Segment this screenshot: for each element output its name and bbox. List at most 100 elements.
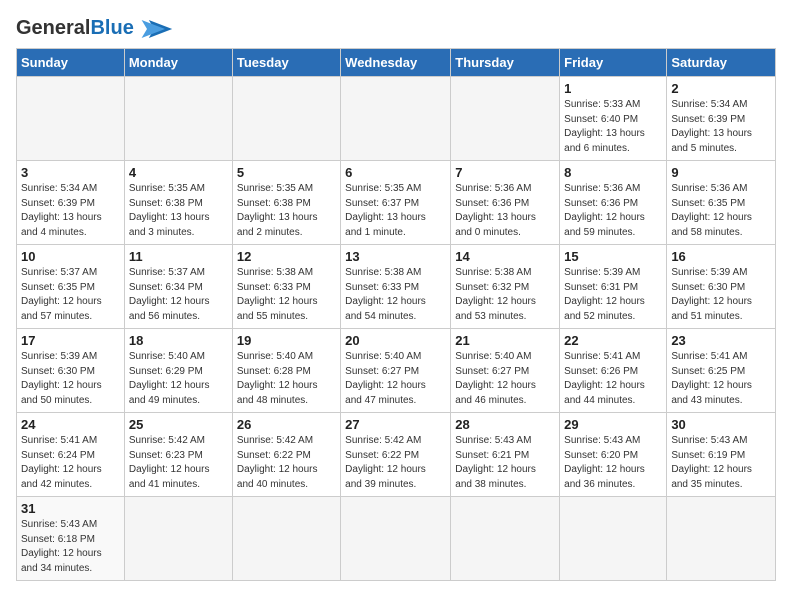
calendar-cell: 21Sunrise: 5:40 AM Sunset: 6:27 PM Dayli…: [451, 329, 560, 413]
calendar-cell: [667, 497, 776, 581]
day-number: 31: [21, 501, 120, 516]
day-header-saturday: Saturday: [667, 49, 776, 77]
week-row-3: 10 Sunrise: 5:37 AM Sunset: 6:35 PM Dayli…: [17, 245, 776, 329]
day-number: 18: [129, 333, 228, 348]
week-row-2: 3 Sunrise: 5:34 AM Sunset: 6:39 PM Daylig…: [17, 161, 776, 245]
calendar-cell: 1 Sunrise: 5:33 AM Sunset: 6:40 PM Daylig…: [560, 77, 667, 161]
day-number: 29: [564, 417, 662, 432]
calendar-cell: 3 Sunrise: 5:34 AM Sunset: 6:39 PM Daylig…: [17, 161, 125, 245]
day-number: 10: [21, 249, 120, 264]
calendar-cell: 31Sunrise: 5:43 AM Sunset: 6:18 PM Dayli…: [17, 497, 125, 581]
day-info: Sunrise: 5:39 AM Sunset: 6:31 PM Dayligh…: [564, 266, 662, 324]
day-number: 27: [345, 417, 446, 432]
logo: GeneralBlue: [16, 16, 174, 40]
calendar-cell: 28 Sunrise: 5:43 AM Sunset: 6:21 PM Dayli…: [451, 413, 560, 497]
calendar-cell: [17, 77, 125, 161]
calendar-cell: 30Sunrise: 5:43 AM Sunset: 6:19 PM Dayli…: [667, 413, 776, 497]
calendar-cell: 5Sunrise: 5:35 AM Sunset: 6:38 PM Daylig…: [232, 161, 340, 245]
calendar-cell: [451, 77, 560, 161]
day-info: Sunrise: 5:40 AM Sunset: 6:28 PM Dayligh…: [237, 350, 336, 408]
calendar-cell: [232, 497, 340, 581]
day-number: 17: [21, 333, 120, 348]
day-number: 4: [129, 165, 228, 180]
day-number: 11: [129, 249, 228, 264]
day-info: Sunrise: 5:38 AM Sunset: 6:33 PM Dayligh…: [345, 266, 446, 324]
calendar-cell: [341, 497, 451, 581]
day-number: 16: [671, 249, 771, 264]
day-info: Sunrise: 5:34 AM Sunset: 6:39 PM Dayligh…: [21, 182, 120, 240]
calendar-cell: 18Sunrise: 5:40 AM Sunset: 6:29 PM Dayli…: [124, 329, 232, 413]
calendar-cell: 19 Sunrise: 5:40 AM Sunset: 6:28 PM Dayli…: [232, 329, 340, 413]
day-info: Sunrise: 5:42 AM Sunset: 6:23 PM Dayligh…: [129, 434, 228, 492]
day-header-sunday: Sunday: [17, 49, 125, 77]
page-header: GeneralBlue: [16, 16, 776, 40]
day-info: Sunrise: 5:36 AM Sunset: 6:35 PM Dayligh…: [671, 182, 771, 240]
day-number: 15: [564, 249, 662, 264]
calendar-cell: 25 Sunrise: 5:42 AM Sunset: 6:23 PM Dayli…: [124, 413, 232, 497]
logo-text: GeneralBlue: [16, 18, 134, 38]
day-info: Sunrise: 5:37 AM Sunset: 6:34 PM Dayligh…: [129, 266, 228, 324]
day-info: Sunrise: 5:43 AM Sunset: 6:21 PM Dayligh…: [455, 434, 555, 492]
day-number: 25: [129, 417, 228, 432]
day-header-tuesday: Tuesday: [232, 49, 340, 77]
week-row-6: 31Sunrise: 5:43 AM Sunset: 6:18 PM Dayli…: [17, 497, 776, 581]
day-number: 28: [455, 417, 555, 432]
calendar-cell: 23 Sunrise: 5:41 AM Sunset: 6:25 PM Dayli…: [667, 329, 776, 413]
day-number: 26: [237, 417, 336, 432]
day-number: 23: [671, 333, 771, 348]
day-info: Sunrise: 5:41 AM Sunset: 6:24 PM Dayligh…: [21, 434, 120, 492]
day-number: 22: [564, 333, 662, 348]
calendar-cell: 10 Sunrise: 5:37 AM Sunset: 6:35 PM Dayli…: [17, 245, 125, 329]
calendar-cell: [560, 497, 667, 581]
day-info: Sunrise: 5:38 AM Sunset: 6:33 PM Dayligh…: [237, 266, 336, 324]
logo-icon: [138, 18, 174, 40]
calendar-cell: 2Sunrise: 5:34 AM Sunset: 6:39 PM Daylig…: [667, 77, 776, 161]
day-info: Sunrise: 5:43 AM Sunset: 6:20 PM Dayligh…: [564, 434, 662, 492]
calendar-cell: 11 Sunrise: 5:37 AM Sunset: 6:34 PM Dayli…: [124, 245, 232, 329]
day-info: Sunrise: 5:40 AM Sunset: 6:27 PM Dayligh…: [455, 350, 555, 408]
calendar-cell: 20Sunrise: 5:40 AM Sunset: 6:27 PM Dayli…: [341, 329, 451, 413]
day-info: Sunrise: 5:41 AM Sunset: 6:25 PM Dayligh…: [671, 350, 771, 408]
day-header-friday: Friday: [560, 49, 667, 77]
day-header-thursday: Thursday: [451, 49, 560, 77]
calendar-cell: 16Sunrise: 5:39 AM Sunset: 6:30 PM Dayli…: [667, 245, 776, 329]
calendar-cell: 13Sunrise: 5:38 AM Sunset: 6:33 PM Dayli…: [341, 245, 451, 329]
calendar-cell: 29 Sunrise: 5:43 AM Sunset: 6:20 PM Dayli…: [560, 413, 667, 497]
calendar-cell: 9 Sunrise: 5:36 AM Sunset: 6:35 PM Daylig…: [667, 161, 776, 245]
week-row-5: 24 Sunrise: 5:41 AM Sunset: 6:24 PM Dayli…: [17, 413, 776, 497]
day-info: Sunrise: 5:40 AM Sunset: 6:27 PM Dayligh…: [345, 350, 446, 408]
day-info: Sunrise: 5:42 AM Sunset: 6:22 PM Dayligh…: [345, 434, 446, 492]
calendar-cell: 4Sunrise: 5:35 AM Sunset: 6:38 PM Daylig…: [124, 161, 232, 245]
calendar-cell: [232, 77, 340, 161]
calendar-cell: [124, 77, 232, 161]
day-number: 7: [455, 165, 555, 180]
day-info: Sunrise: 5:43 AM Sunset: 6:19 PM Dayligh…: [671, 434, 771, 492]
calendar-cell: 24 Sunrise: 5:41 AM Sunset: 6:24 PM Dayli…: [17, 413, 125, 497]
calendar-cell: 14Sunrise: 5:38 AM Sunset: 6:32 PM Dayli…: [451, 245, 560, 329]
day-number: 24: [21, 417, 120, 432]
calendar-cell: 15 Sunrise: 5:39 AM Sunset: 6:31 PM Dayli…: [560, 245, 667, 329]
day-number: 12: [237, 249, 336, 264]
day-number: 3: [21, 165, 120, 180]
calendar-cell: 6 Sunrise: 5:35 AM Sunset: 6:37 PM Daylig…: [341, 161, 451, 245]
day-info: Sunrise: 5:37 AM Sunset: 6:35 PM Dayligh…: [21, 266, 120, 324]
day-info: Sunrise: 5:42 AM Sunset: 6:22 PM Dayligh…: [237, 434, 336, 492]
calendar-cell: 12 Sunrise: 5:38 AM Sunset: 6:33 PM Dayli…: [232, 245, 340, 329]
calendar-cell: [341, 77, 451, 161]
day-number: 6: [345, 165, 446, 180]
day-info: Sunrise: 5:35 AM Sunset: 6:37 PM Dayligh…: [345, 182, 446, 240]
day-info: Sunrise: 5:36 AM Sunset: 6:36 PM Dayligh…: [455, 182, 555, 240]
day-header-wednesday: Wednesday: [341, 49, 451, 77]
calendar-cell: 8Sunrise: 5:36 AM Sunset: 6:36 PM Daylig…: [560, 161, 667, 245]
day-info: Sunrise: 5:33 AM Sunset: 6:40 PM Dayligh…: [564, 98, 662, 156]
calendar-table: SundayMondayTuesdayWednesdayThursdayFrid…: [16, 48, 776, 581]
day-info: Sunrise: 5:38 AM Sunset: 6:32 PM Dayligh…: [455, 266, 555, 324]
day-number: 1: [564, 81, 662, 96]
day-number: 8: [564, 165, 662, 180]
calendar-cell: [124, 497, 232, 581]
day-number: 9: [671, 165, 771, 180]
calendar-cell: 7 Sunrise: 5:36 AM Sunset: 6:36 PM Daylig…: [451, 161, 560, 245]
day-number: 19: [237, 333, 336, 348]
days-header-row: SundayMondayTuesdayWednesdayThursdayFrid…: [17, 49, 776, 77]
day-info: Sunrise: 5:34 AM Sunset: 6:39 PM Dayligh…: [671, 98, 771, 156]
